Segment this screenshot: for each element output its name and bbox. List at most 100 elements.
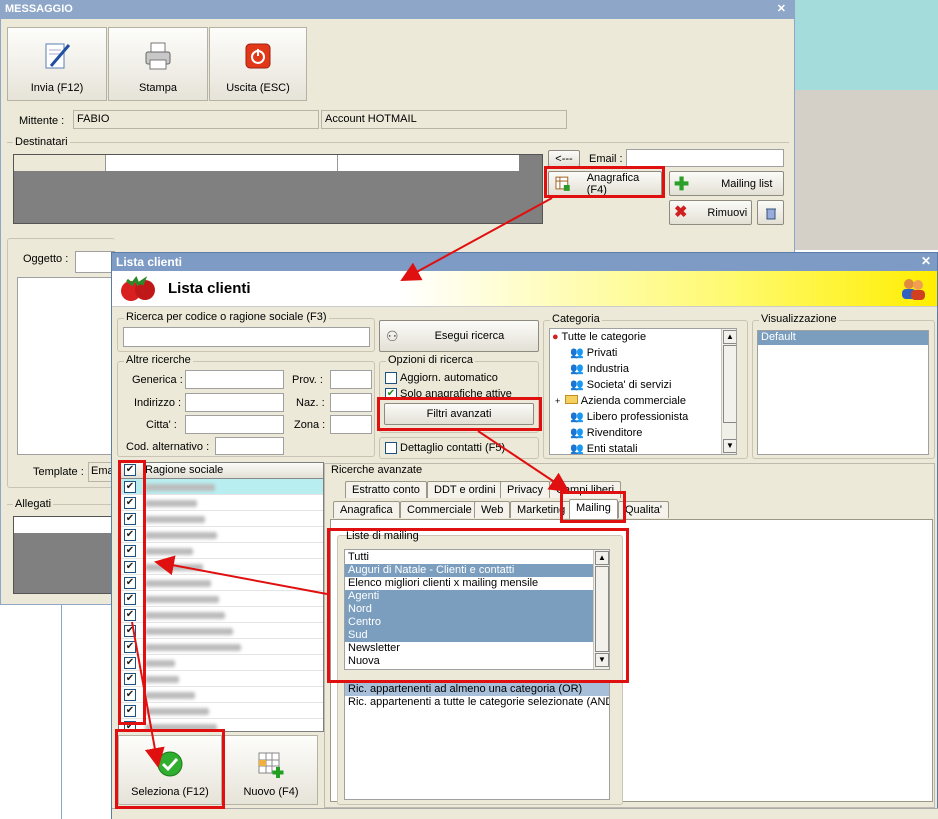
uscita-button[interactable]: Uscita (ESC) [209,27,307,101]
stampa-button[interactable]: Stampa [108,27,208,101]
row-checkbox[interactable]: ✔ [124,673,136,685]
table-row[interactable]: ✔ [119,719,323,731]
indirizzo-input[interactable] [185,393,284,412]
mailing-list-item[interactable]: Newsletter [345,642,593,655]
categoria-tree[interactable]: ● Tutte le categorie 👥 Privati 👥 Industr… [549,328,737,455]
mailing-list-item[interactable]: Elenco migliori clienti x mailing mensil… [345,577,593,590]
anagrafica-button[interactable]: Anagrafica (F4) [548,171,662,196]
categoria-item[interactable]: 👥 Enti statali [550,441,736,454]
row-checkbox[interactable]: ✔ [124,705,136,717]
filtri-avanzati-button[interactable]: Filtri avanzati [384,403,534,425]
scroll-thumb[interactable] [595,566,609,652]
categoria-item[interactable]: + Azienda commerciale [550,393,736,409]
tab-privacy[interactable]: Privacy [500,481,551,498]
row-checkbox[interactable]: ✔ [124,689,136,701]
destinatari-grid[interactable] [13,154,543,224]
dettaglio-checkbox[interactable] [385,442,397,454]
table-row[interactable]: ✔ [119,543,323,559]
table-row[interactable]: ✔ [119,639,323,655]
add-arrow-button[interactable]: <--- [548,150,580,167]
mailing-list-button[interactable]: ✚ Mailing list [669,171,784,196]
row-checkbox[interactable]: ✔ [124,625,136,637]
table-row[interactable]: ✔ [119,479,323,495]
table-row[interactable]: ✔ [119,575,323,591]
scroll-down-icon[interactable]: ▼ [723,439,736,453]
row-checkbox[interactable]: ✔ [124,497,136,509]
scroll-up-icon[interactable]: ▲ [723,330,736,344]
ric-option-and[interactable]: Ric. appartenenti a tutte le categorie s… [345,696,609,709]
table-row[interactable]: ✔ [119,527,323,543]
tab-qualita[interactable]: Qualita' [618,501,669,518]
row-checkbox[interactable]: ✔ [124,609,136,621]
mailing-list-item[interactable]: Nord [345,603,593,616]
close-icon[interactable]: ✕ [921,254,931,268]
categoria-item[interactable]: ● Tutte le categorie [550,329,736,345]
table-row[interactable]: ✔ [119,511,323,527]
row-checkbox[interactable]: ✔ [124,481,136,493]
close-icon[interactable]: ✕ [777,2,786,15]
visualizzazione-item[interactable]: Default [758,331,928,345]
tab-mailing[interactable]: Mailing [569,499,618,520]
email-input[interactable] [626,149,784,167]
row-checkbox[interactable]: ✔ [124,721,136,731]
categoria-item[interactable]: 👥 Societa' di servizi [550,377,736,393]
citta-input[interactable] [185,415,284,434]
expand-icon[interactable]: + [555,396,560,406]
zona-input[interactable] [330,415,372,434]
table-row[interactable]: ✔ [119,559,323,575]
scroll-up-icon[interactable]: ▲ [595,551,609,565]
tab-campi-liberi[interactable]: Campi liberi [549,481,622,498]
tab-marketing[interactable]: Marketing [510,501,573,518]
categoria-item[interactable]: 👥 Rivenditore [550,425,736,441]
tab-web[interactable]: Web [474,501,511,518]
nuovo-button[interactable]: Nuovo (F4) [224,735,318,805]
select-all-checkbox[interactable]: ✔ [124,464,136,476]
table-row[interactable]: ✔ [119,495,323,511]
table-row[interactable]: ✔ [119,655,323,671]
cod-alt-input[interactable] [215,437,284,455]
tab-anagrafica[interactable]: Anagrafica [333,501,400,518]
categoria-item[interactable]: 👥 Libero professionista [550,409,736,425]
message-body[interactable] [17,277,115,455]
row-checkbox[interactable]: ✔ [124,561,136,573]
row-checkbox[interactable]: ✔ [124,641,136,653]
ric-options-list[interactable]: Ric. appartenenti ad almeno una categori… [344,682,610,800]
row-checkbox[interactable]: ✔ [124,545,136,557]
invia-button[interactable]: Invia (F12) [7,27,107,101]
mailing-list-item[interactable]: Agenti [345,590,593,603]
categoria-item[interactable]: 👥 Privati [550,345,736,361]
allegati-grid[interactable] [13,516,115,594]
visualizzazione-list[interactable]: Default [757,330,929,455]
table-row[interactable]: ✔ [119,703,323,719]
table-row[interactable]: ✔ [119,687,323,703]
prov-input[interactable] [330,370,372,389]
scroll-thumb[interactable] [723,345,736,423]
categoria-scrollbar[interactable]: ▲ ▼ [721,329,736,454]
mailing-list-item[interactable]: Auguri di Natale - Clienti e contatti [345,564,593,577]
tab-ddt-ordini[interactable]: DDT e ordini [427,481,503,498]
oggetto-input[interactable] [75,251,115,273]
row-checkbox[interactable]: ✔ [124,577,136,589]
scroll-down-icon[interactable]: ▼ [595,653,609,667]
table-row[interactable]: ✔ [119,607,323,623]
rimuovi-button[interactable]: ✖ Rimuovi [669,200,752,225]
solo-attive-checkbox[interactable]: ✔ [385,388,397,400]
categoria-item[interactable]: 👥 Industria [550,361,736,377]
tab-estratto-conto[interactable]: Estratto conto [345,481,427,498]
naz-input[interactable] [330,393,372,412]
ricerca-input[interactable] [123,327,370,347]
liste-scrollbar[interactable]: ▲ ▼ [593,550,609,669]
ric-option-or[interactable]: Ric. appartenenti ad almeno una categori… [345,683,609,696]
tab-commerciale[interactable]: Commerciale [400,501,479,518]
table-row[interactable]: ✔ [119,623,323,639]
row-checkbox[interactable]: ✔ [124,593,136,605]
clienti-grid[interactable]: ✔ Ragione sociale ✔ ✔ ✔ ✔ ✔ ✔ ✔ ✔ ✔ ✔ ✔ ✔ ✔ ✔ ✔ ✔ [118,462,324,732]
liste-list[interactable]: Tutti Auguri di Natale - Clienti e contat… [344,549,610,670]
row-checkbox[interactable]: ✔ [124,529,136,541]
trash-button[interactable] [757,200,784,225]
esegui-ricerca-button[interactable]: ⚇ Esegui ricerca [379,320,539,352]
mailing-list-item[interactable]: Sud [345,629,593,642]
mailing-list-item[interactable]: Tutti [345,551,593,564]
row-checkbox[interactable]: ✔ [124,657,136,669]
mailing-list-item[interactable]: Centro [345,616,593,629]
